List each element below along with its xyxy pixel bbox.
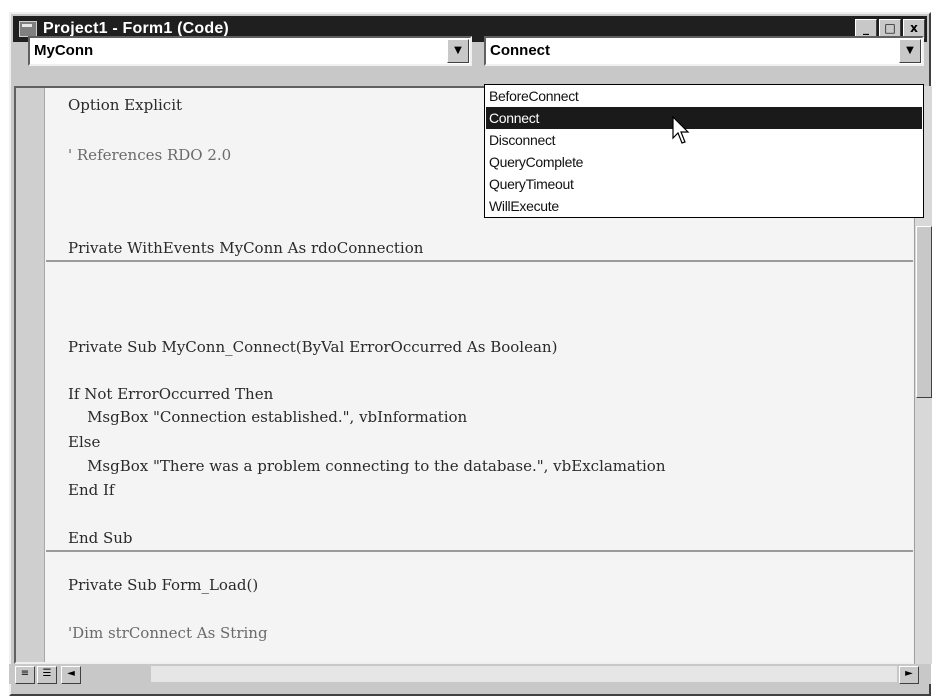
code-line[interactable]: If Not ErrorOccurred Then	[68, 385, 273, 403]
procedure-combo-value: Connect	[490, 42, 550, 59]
code-line[interactable]: Option Explicit	[68, 96, 182, 114]
scroll-left-icon[interactable]: ◄	[61, 666, 81, 684]
procedure-combo[interactable]: Connect ▼	[484, 36, 924, 66]
code-window-icon[interactable]	[19, 21, 37, 37]
dropdown-item-selected[interactable]: Connect	[486, 107, 922, 129]
code-line-comment[interactable]: ' References RDO 2.0	[68, 146, 231, 164]
procedure-dropdown-list[interactable]: BeforeConnect Connect Disconnect QueryCo…	[484, 84, 924, 218]
code-line[interactable]: Private Sub MyConn_Connect(ByVal ErrorOc…	[68, 338, 557, 356]
full-module-view-icon[interactable]: ☰	[37, 666, 57, 684]
mouse-pointer-icon	[672, 116, 690, 144]
scroll-right-icon[interactable]: ►	[899, 666, 919, 684]
dropdown-item[interactable]: WillExecute	[486, 195, 922, 217]
margin-indicator-bar[interactable]	[16, 88, 45, 662]
vertical-scroll-thumb[interactable]	[916, 226, 932, 398]
code-line[interactable]: End If	[68, 481, 114, 499]
code-line[interactable]: Private Sub Form_Load()	[68, 576, 258, 594]
procedure-view-icon[interactable]: ≡	[15, 666, 35, 684]
dropdown-item[interactable]: BeforeConnect	[486, 85, 922, 107]
horizontal-scrollbar[interactable]	[151, 666, 897, 682]
dropdown-item[interactable]: QueryComplete	[486, 151, 922, 173]
procedure-separator	[46, 260, 913, 262]
chevron-down-icon[interactable]: ▼	[899, 39, 921, 63]
chevron-down-icon[interactable]: ▼	[447, 39, 469, 63]
code-line[interactable]: Else	[68, 433, 100, 451]
code-line[interactable]: Private WithEvents MyConn As rdoConnecti…	[68, 239, 423, 257]
code-line[interactable]: End Sub	[68, 529, 133, 547]
dropdown-item[interactable]: Disconnect	[486, 129, 922, 151]
procedure-separator	[46, 550, 913, 552]
object-combo-value: MyConn	[34, 42, 94, 59]
bottom-bar: ≡ ☰ ◄ ►	[9, 664, 931, 684]
object-combo[interactable]: MyConn ▼	[28, 36, 472, 66]
code-line[interactable]: MsgBox "Connection established.", vbInfo…	[68, 408, 467, 426]
code-line-comment[interactable]: 'Dim strConnect As String	[68, 624, 268, 642]
code-line[interactable]: MsgBox "There was a problem connecting t…	[68, 457, 665, 475]
dropdown-item[interactable]: QueryTimeout	[486, 173, 922, 195]
